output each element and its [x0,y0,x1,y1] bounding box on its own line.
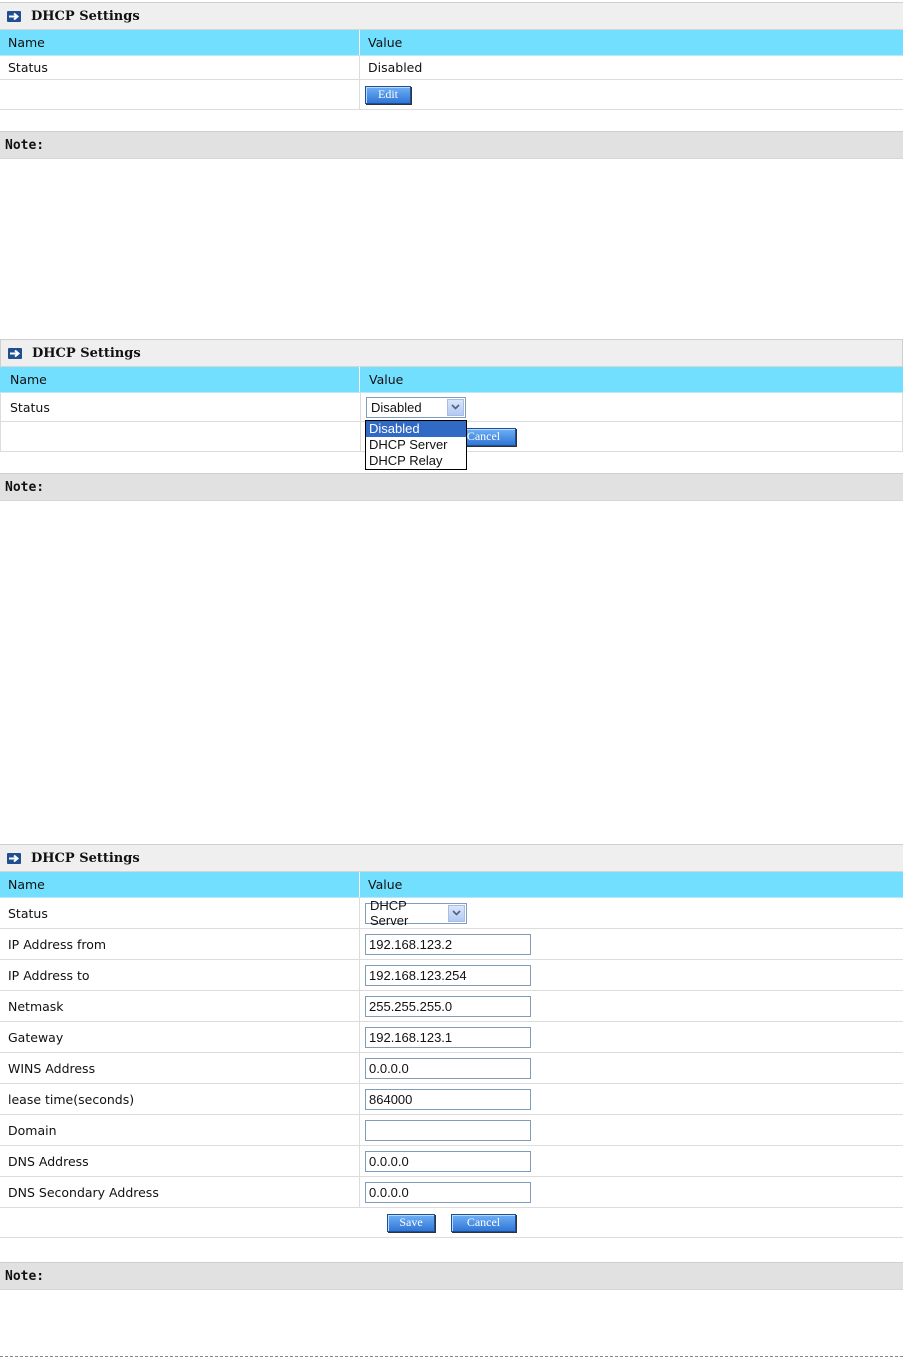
status-select[interactable]: DHCP Server [365,898,467,928]
column-header-value: Value [368,35,403,50]
note-bar-3: Note: [0,1262,903,1290]
form-row-ip-to: IP Address to 192.168.123.254 [0,960,903,991]
wins-input[interactable]: 0.0.0.0 [365,1057,531,1079]
status-label: Status [0,56,360,79]
form-row-netmask: Netmask 255.255.255.0 [0,991,903,1022]
cancel-button[interactable]: Cancel [451,1213,516,1232]
dropdown-option-dhcp-relay[interactable]: DHCP Relay [366,453,466,469]
panel-title: DHCP Settings [32,345,141,361]
status-row: Status Disabled [0,56,903,80]
note-bar-2: Note: [0,473,903,501]
status-row: Status DHCP Server [0,898,903,929]
status-value: Disabled [368,60,423,75]
column-header-row: Name Value [0,872,903,898]
dns-secondary-label: DNS Secondary Address [0,1177,360,1207]
form-row-wins: WINS Address 0.0.0.0 [0,1053,903,1084]
form-row-dns: DNS Address 0.0.0.0 [0,1146,903,1177]
dns-label: DNS Address [0,1146,360,1176]
status-select-value: DHCP Server [370,898,409,928]
column-header-name: Name [0,30,360,55]
lease-time-input[interactable]: 864000 [365,1088,531,1110]
arrow-right-icon [8,347,22,359]
panel-header: DHCP Settings [0,2,903,30]
dashed-divider [0,1356,903,1357]
ip-to-label: IP Address to [0,960,360,990]
status-select[interactable]: Disabled [366,396,466,418]
gateway-input[interactable]: 192.168.123.1 [365,1026,531,1048]
save-button[interactable]: Save [387,1213,435,1232]
button-row: Edit [0,80,903,110]
chevron-down-icon[interactable] [447,398,464,416]
form-row-gateway: Gateway 192.168.123.1 [0,1022,903,1053]
lease-time-label: lease time(seconds) [0,1084,360,1114]
form-row-dns-secondary: DNS Secondary Address 0.0.0.0 [0,1177,903,1208]
form-row-ip-from: IP Address from 192.168.123.2 [0,929,903,960]
dns-input[interactable]: 0.0.0.0 [365,1150,531,1172]
gateway-label: Gateway [0,1022,360,1052]
panel-header: DHCP Settings [0,844,903,872]
arrow-right-icon [7,10,21,22]
column-header-value: Value [369,372,404,387]
column-header-value: Value [368,877,403,892]
panel-header: DHCP Settings [0,339,903,367]
note-label: Note: [5,137,45,153]
ip-to-input[interactable]: 192.168.123.254 [365,964,531,986]
status-select-value: Disabled [371,399,422,415]
form-row-domain: Domain [0,1115,903,1146]
panel-title: DHCP Settings [31,8,140,24]
chevron-down-icon[interactable] [448,904,465,922]
dhcp-settings-panel-3: DHCP Settings Name Value Status DHCP Ser… [0,844,903,1238]
arrow-right-icon [7,852,21,864]
domain-input[interactable] [365,1119,531,1141]
panel-title: DHCP Settings [31,850,140,866]
status-row: Status Disabled [0,393,903,422]
column-header-row: Name Value [0,30,903,56]
dropdown-option-dhcp-server[interactable]: DHCP Server [366,437,466,453]
column-header-row: Name Value [0,367,903,393]
ip-from-input[interactable]: 192.168.123.2 [365,933,531,955]
wins-label: WINS Address [0,1053,360,1083]
dropdown-option-disabled[interactable]: Disabled [366,421,466,437]
form-row-lease-time: lease time(seconds) 864000 [0,1084,903,1115]
column-header-name: Name [0,872,360,897]
domain-label: Domain [0,1115,360,1145]
column-header-name: Name [0,367,360,392]
note-bar-1: Note: [0,131,903,159]
dhcp-settings-panel-1: DHCP Settings Name Value Status Disabled… [0,2,903,110]
netmask-input[interactable]: 255.255.255.0 [365,995,531,1017]
ip-from-label: IP Address from [0,929,360,959]
status-label: Status [1,393,361,421]
button-row: Save Cancel [0,1208,903,1238]
edit-button[interactable]: Edit [365,85,411,104]
netmask-label: Netmask [0,991,360,1021]
note-label: Note: [5,479,45,495]
status-dropdown-list: Disabled DHCP Server DHCP Relay [365,420,467,470]
status-label: Status [0,898,360,928]
note-label: Note: [5,1268,45,1284]
dns-secondary-input[interactable]: 0.0.0.0 [365,1181,531,1203]
